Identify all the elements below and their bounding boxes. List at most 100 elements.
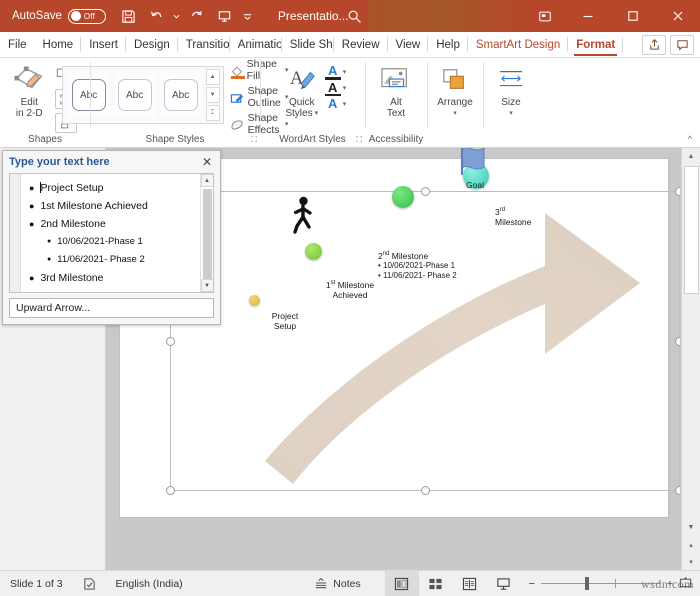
redo-icon[interactable]	[184, 4, 210, 28]
undo-chevron-down-icon[interactable]	[172, 4, 182, 28]
autosave-knob	[70, 11, 81, 21]
arrange-chevron-down-icon[interactable]: ▾	[453, 108, 457, 119]
document-title: Presentatio...	[277, 9, 349, 23]
text-pane-scrollbar[interactable]: ▲ ▼	[200, 174, 213, 292]
powerpoint-window: AutoSave Off Presentatio... File Home In…	[0, 0, 700, 596]
list-item[interactable]: ● 1st Milestone Achieved	[23, 197, 198, 215]
text-outline-chevron-down-icon[interactable]: ▾	[343, 84, 347, 92]
close-icon[interactable]: ✕	[199, 154, 215, 170]
tab-view[interactable]: View	[388, 32, 429, 57]
tab-review[interactable]: Review	[334, 32, 388, 57]
tab-help[interactable]: Help	[428, 32, 468, 57]
shape-style-item-3[interactable]: Abc	[159, 73, 202, 117]
gallery-scroll-down-icon[interactable]: ▼	[205, 87, 220, 103]
previous-slide-icon[interactable]: ▴	[682, 536, 700, 553]
arrange-icon	[441, 63, 469, 97]
text-effects-button[interactable]: A ▾	[325, 97, 347, 110]
smartart-upward-arrow-graphic[interactable]: Project Setup 1st Milestone Achieved 2nd…	[170, 148, 680, 491]
tab-insert[interactable]: Insert	[81, 32, 126, 57]
reading-view-button[interactable]	[453, 571, 487, 596]
size-chevron-down-icon[interactable]: ▾	[509, 108, 513, 119]
alt-text-label-line2: Text	[386, 108, 406, 119]
ribbon-group-accessibility-label: Accessibility	[368, 134, 424, 145]
tab-file[interactable]: File	[0, 32, 35, 57]
tab-home[interactable]: Home	[35, 32, 82, 57]
list-item[interactable]: ● 10/06/2021-Phase 1	[23, 233, 198, 251]
quick-styles-label-line1: Quick	[288, 97, 315, 108]
size-button[interactable]: Size ▾	[487, 61, 535, 119]
list-item[interactable]: ● Project Setup	[23, 179, 198, 197]
wordart-dialog-launcher[interactable]: ⛶	[356, 135, 362, 145]
next-slide-icon[interactable]: ▾	[682, 553, 700, 570]
tab-format[interactable]: Format	[568, 32, 624, 57]
start-slideshow-icon[interactable]	[212, 4, 238, 28]
text-pane-scroll-up-icon[interactable]: ▲	[200, 174, 213, 187]
scroll-down-icon[interactable]: ▼	[682, 519, 700, 536]
gallery-more-icon[interactable]: ⌶	[205, 105, 220, 121]
vertical-scrollbar[interactable]: ▲ ▼ ▴ ▾	[681, 148, 700, 570]
list-item-label: 1st Milestone Achieved	[40, 200, 148, 212]
customize-qat-icon[interactable]	[240, 4, 256, 28]
undo-icon[interactable]	[144, 4, 170, 28]
slide-sorter-view-button[interactable]	[419, 571, 453, 596]
text-pane-scrollbar-thumb[interactable]	[202, 189, 212, 279]
quick-styles-button[interactable]: A Quick Styles ▾	[279, 61, 325, 119]
slideshow-view-button[interactable]	[487, 571, 521, 596]
search-box[interactable]	[368, 0, 523, 32]
text-pane-list[interactable]: ● Project Setup ● 1st Milestone Achieved…	[21, 174, 200, 292]
gallery-scroll-up-icon[interactable]: ▲	[205, 69, 220, 85]
autosave-switch[interactable]: Off	[67, 8, 106, 24]
text-fill-button[interactable]: A ▾	[324, 64, 347, 80]
smartart-text-pane[interactable]: Type your text here ✕ ● Project Setup ● …	[2, 150, 221, 325]
shape-styles-dialog-launcher[interactable]: ⛶	[251, 135, 257, 145]
ribbon: Edit in 2-D ▾	[0, 58, 700, 148]
minimize-button[interactable]	[565, 0, 610, 32]
zoom-slider-thumb[interactable]	[584, 577, 589, 590]
text-pane-body[interactable]: ● Project Setup ● 1st Milestone Achieved…	[9, 173, 214, 293]
collapse-ribbon-icon[interactable]: ^	[688, 134, 692, 144]
shape-effects-icon	[230, 116, 245, 132]
maximize-button[interactable]	[610, 0, 655, 32]
zoom-out-button[interactable]: −	[529, 578, 535, 590]
tab-transitions[interactable]: Transitior	[178, 32, 230, 57]
slide-counter[interactable]: Slide 1 of 3	[0, 571, 73, 596]
shape-style-item-1[interactable]: Abc	[67, 73, 110, 117]
text-pane-title: Type your text here	[9, 156, 110, 168]
tab-slide-show[interactable]: Slide Shc	[282, 32, 334, 57]
save-icon[interactable]	[116, 4, 142, 28]
comments-icon[interactable]	[670, 34, 694, 55]
list-item[interactable]: ● 2nd Milestone	[23, 215, 198, 233]
scrollbar-thumb[interactable]	[683, 166, 699, 294]
alt-text-button[interactable]: Alt Text	[372, 61, 420, 119]
close-button[interactable]	[655, 0, 700, 32]
list-item[interactable]: ● 11/06/2021- Phase 2	[23, 251, 198, 269]
edit-in-2d-button[interactable]: Edit in 2-D	[5, 61, 53, 119]
zoom-slider-tick	[614, 579, 616, 588]
tab-design[interactable]: Design	[126, 32, 178, 57]
notes-button[interactable]: Notes	[304, 571, 370, 596]
accessibility-checker-icon[interactable]	[73, 571, 106, 596]
bullet-icon: ●	[29, 273, 35, 283]
smartart-selection-frame[interactable]: Project Setup 1st Milestone Achieved 2nd…	[166, 148, 680, 495]
shape-style-item-2[interactable]: Abc	[113, 73, 156, 117]
list-item[interactable]: ● 3rd Milestone	[23, 269, 198, 287]
scroll-up-icon[interactable]: ▲	[682, 148, 700, 165]
goal-label: Goal	[466, 180, 484, 190]
shape-style-thumb-label: Abc	[163, 79, 198, 111]
ribbon-display-options-icon[interactable]	[525, 0, 565, 32]
arrange-button[interactable]: Arrange ▾	[431, 61, 479, 119]
language-indicator[interactable]: English (India)	[106, 571, 193, 596]
normal-view-button[interactable]	[384, 570, 419, 596]
slide-counter-label: Slide 1 of 3	[10, 577, 63, 590]
text-pane-scroll-down-icon[interactable]: ▼	[200, 279, 213, 292]
shape-styles-gallery[interactable]: Abc Abc Abc ▲ ▼ ⌶	[61, 66, 224, 124]
text-outline-button[interactable]: A ▾	[324, 81, 347, 96]
search-icon[interactable]	[343, 5, 365, 27]
tab-smartart-design[interactable]: SmartArt Design	[468, 32, 569, 57]
quick-styles-chevron-down-icon[interactable]: ▾	[315, 108, 319, 119]
project-setup-dot	[249, 295, 260, 306]
autosave-toggle[interactable]: AutoSave Off	[12, 8, 106, 24]
share-icon[interactable]	[642, 34, 666, 55]
text-effects-chevron-down-icon[interactable]: ▾	[343, 100, 347, 108]
text-fill-chevron-down-icon[interactable]: ▾	[343, 68, 347, 76]
